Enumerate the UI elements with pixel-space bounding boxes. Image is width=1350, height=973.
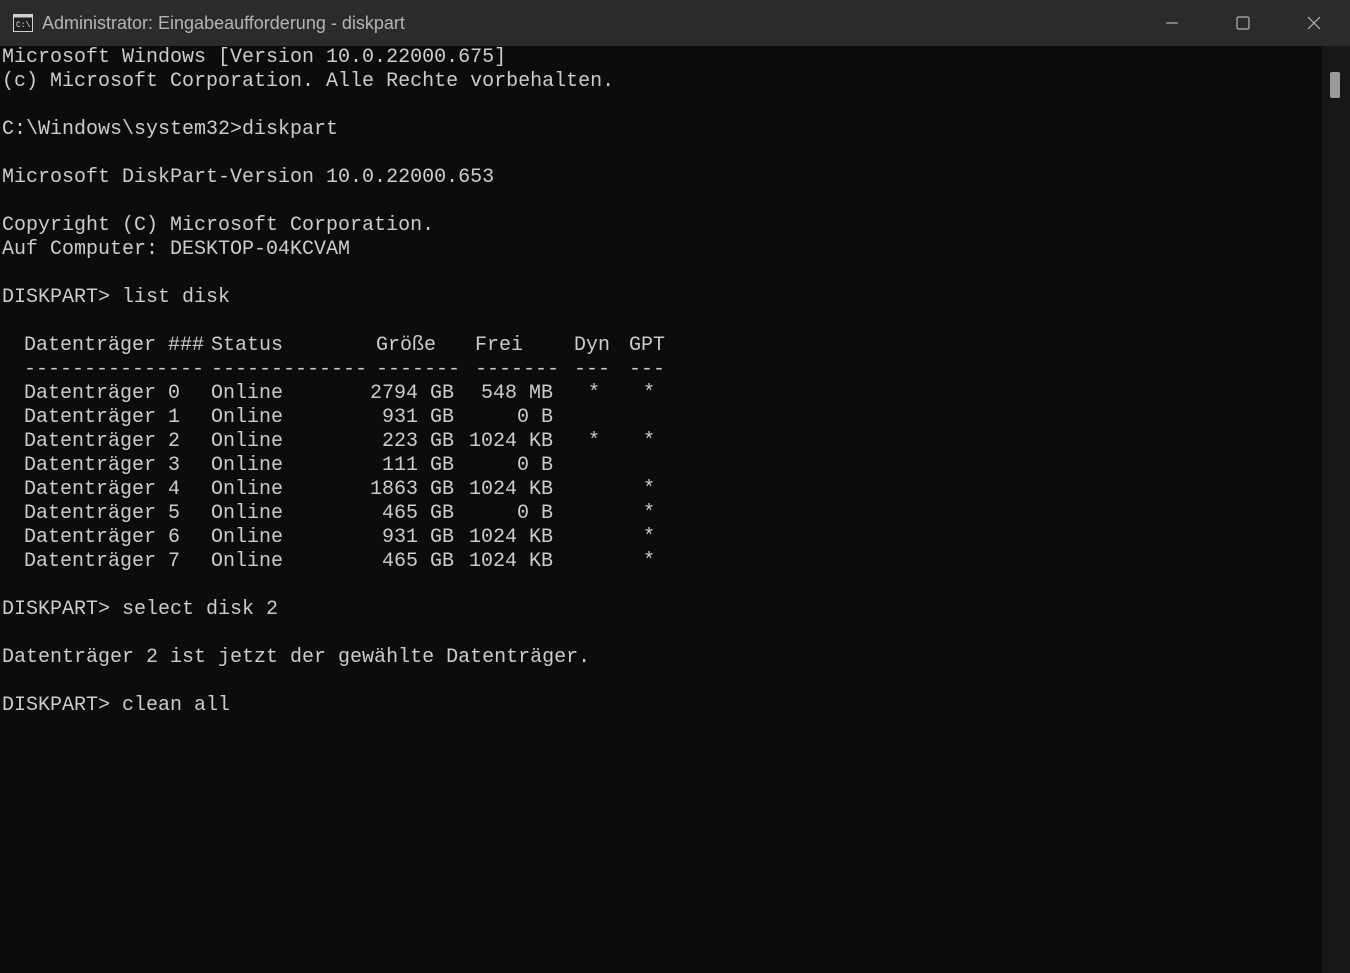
disk-row: Datenträger 6 Online 931 GB 1024 KB *	[2, 526, 1320, 550]
disk-row: Datenträger 5 Online 465 GB 0 B *	[2, 502, 1320, 526]
header-dyn: Dyn	[574, 334, 611, 357]
console-line: DISKPART> list disk	[2, 286, 231, 309]
disk-row: Datenträger 3 Online 111 GB 0 B	[2, 454, 1320, 478]
disk-status: Online	[211, 526, 284, 549]
svg-text:C:\: C:\	[16, 21, 31, 30]
disk-name: Datenträger 6	[24, 526, 181, 549]
disk-gpt: *	[643, 550, 656, 573]
disk-name: Datenträger 2	[24, 430, 181, 453]
console-line: Datenträger 2 ist jetzt der gewählte Dat…	[2, 646, 591, 669]
disk-dyn: *	[588, 382, 601, 405]
disk-gpt: *	[643, 478, 656, 501]
disk-row: Datenträger 2 Online 223 GB 1024 KB * *	[2, 430, 1320, 454]
title-bar[interactable]: C:\ Administrator: Eingabeaufforderung -…	[0, 0, 1350, 46]
disk-size: 111 GB	[381, 454, 454, 477]
console-line: Copyright (C) Microsoft Corporation.	[2, 214, 435, 237]
window-title: Administrator: Eingabeaufforderung - dis…	[42, 13, 405, 33]
disk-size: 1863 GB	[369, 478, 454, 501]
disk-size: 465 GB	[381, 550, 454, 573]
header-status: Status	[211, 334, 284, 357]
vertical-scrollbar[interactable]	[1322, 46, 1350, 973]
disk-name: Datenträger 5	[24, 502, 181, 525]
disk-free: 0 B	[516, 406, 553, 429]
disk-row: Datenträger 1 Online 931 GB 0 B	[2, 406, 1320, 430]
minimize-button[interactable]	[1137, 0, 1207, 46]
separator-gpt: ---	[629, 358, 666, 381]
close-icon	[1307, 16, 1321, 30]
command-prompt-icon: C:\	[13, 14, 33, 32]
disk-size: 465 GB	[381, 502, 454, 525]
disk-status: Online	[211, 454, 284, 477]
disk-free: 548 MB	[480, 382, 553, 405]
disk-table-separator: --------------- ------------- ------- --…	[2, 358, 1320, 382]
console-line: DISKPART> clean all	[2, 694, 231, 717]
disk-free: 0 B	[516, 502, 553, 525]
separator-disk: ---------------	[24, 358, 205, 381]
disk-free: 1024 KB	[468, 478, 553, 501]
disk-status: Online	[211, 502, 284, 525]
console-line: (c) Microsoft Corporation. Alle Rechte v…	[2, 70, 615, 93]
disk-free: 1024 KB	[468, 550, 553, 573]
console-line: DISKPART> select disk 2	[2, 598, 279, 621]
disk-size: 931 GB	[381, 526, 454, 549]
disk-name: Datenträger 3	[24, 454, 181, 477]
scrollbar-thumb[interactable]	[1330, 72, 1340, 98]
disk-size: 2794 GB	[369, 382, 454, 405]
minimize-icon	[1166, 22, 1178, 24]
disk-status: Online	[211, 406, 284, 429]
disk-size: 223 GB	[381, 430, 454, 453]
header-free: Frei	[475, 334, 524, 357]
disk-free: 1024 KB	[468, 430, 553, 453]
maximize-icon	[1236, 16, 1250, 30]
console-line: Auf Computer: DESKTOP-04KCVAM	[2, 238, 351, 261]
disk-name: Datenträger 1	[24, 406, 181, 429]
header-disk: Datenträger ###	[24, 334, 205, 357]
disk-row: Datenträger 4 Online 1863 GB 1024 KB *	[2, 478, 1320, 502]
disk-free: 1024 KB	[468, 526, 553, 549]
console-output[interactable]: Microsoft Windows [Version 10.0.22000.67…	[2, 46, 1320, 973]
header-gpt: GPT	[629, 334, 666, 357]
disk-size: 931 GB	[381, 406, 454, 429]
terminal-window: C:\ Administrator: Eingabeaufforderung -…	[0, 0, 1350, 973]
disk-status: Online	[211, 550, 284, 573]
disk-table-header: Datenträger ### Status Größe Frei Dyn GP…	[2, 334, 1320, 358]
disk-dyn: *	[588, 430, 601, 453]
disk-name: Datenträger 0	[24, 382, 181, 405]
disk-row: Datenträger 7 Online 465 GB 1024 KB *	[2, 550, 1320, 574]
disk-status: Online	[211, 430, 284, 453]
disk-gpt: *	[643, 382, 656, 405]
disk-status: Online	[211, 382, 284, 405]
separator-size: -------	[376, 358, 461, 381]
disk-status: Online	[211, 478, 284, 501]
close-button[interactable]	[1279, 0, 1349, 46]
disk-row: Datenträger 0 Online 2794 GB 548 MB * *	[2, 382, 1320, 406]
console-line: Microsoft Windows [Version 10.0.22000.67…	[2, 46, 507, 69]
console-line: Microsoft DiskPart-Version 10.0.22000.65…	[2, 166, 495, 189]
disk-name: Datenträger 7	[24, 550, 181, 573]
disk-gpt: *	[643, 502, 656, 525]
maximize-button[interactable]	[1208, 0, 1278, 46]
separator-dyn: ---	[574, 358, 611, 381]
disk-gpt: *	[643, 526, 656, 549]
console-line: C:\Windows\system32>diskpart	[2, 118, 339, 141]
disk-free: 0 B	[516, 454, 553, 477]
separator-status: -------------	[211, 358, 368, 381]
disk-gpt: *	[643, 430, 656, 453]
disk-name: Datenträger 4	[24, 478, 181, 501]
separator-free: -------	[475, 358, 560, 381]
header-size: Größe	[376, 334, 437, 357]
